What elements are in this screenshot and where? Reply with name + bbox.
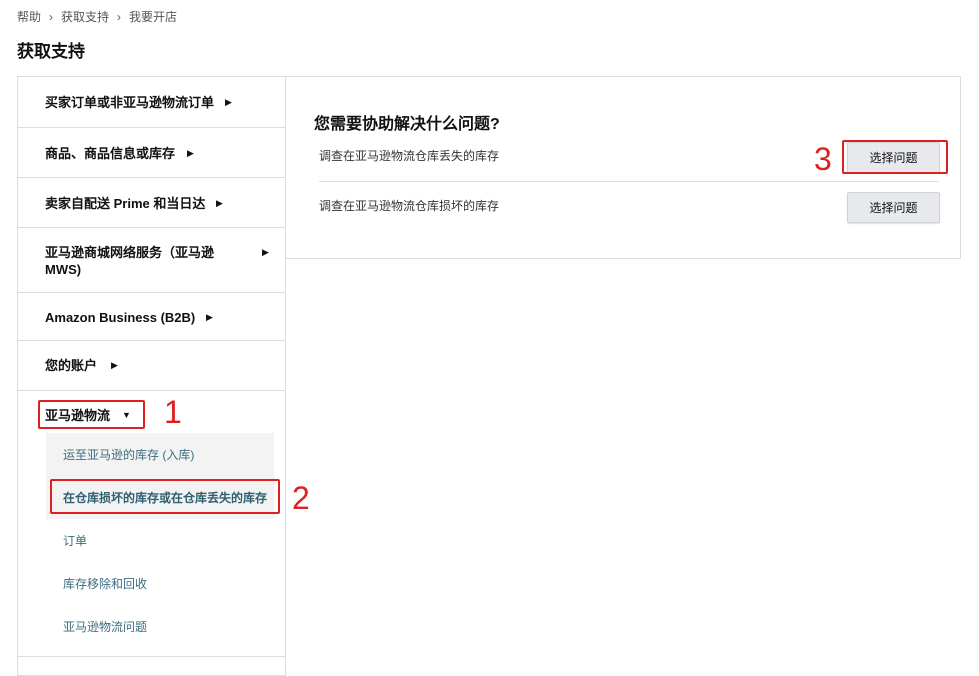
sidebar-item-seller-fulfilled-prime[interactable]: 卖家自配送 Prime 和当日达 ▶ bbox=[18, 178, 286, 228]
sidebar-item-fba[interactable]: 亚马逊物流 ▼ 运至亚马逊的库存 (入库) 在仓库损坏的库存或在仓库丢失的库存 … bbox=[18, 391, 286, 657]
issue-text: 调查在亚马逊物流仓库损坏的库存 bbox=[319, 199, 500, 213]
annotation-number-3: 3 bbox=[814, 141, 832, 177]
triangle-right-icon: ▶ bbox=[262, 247, 269, 257]
breadcrumb: 帮助 › 获取支持 › 我要开店 bbox=[17, 8, 177, 25]
sidebar-subitem-label: 订单 bbox=[63, 534, 88, 548]
triangle-right-icon: ▶ bbox=[206, 312, 213, 322]
sidebar-subitem-inbound[interactable]: 运至亚马逊的库存 (入库) bbox=[46, 433, 274, 476]
select-issue-button[interactable]: 选择问题 bbox=[847, 192, 940, 223]
sidebar-item-buyer-orders[interactable]: 买家订单或非亚马逊物流订单 ▶ bbox=[18, 77, 286, 128]
sidebar-subitem-label: 库存移除和回收 bbox=[63, 577, 148, 591]
sidebar-item-label: 买家订单或非亚马逊物流订单 bbox=[45, 95, 215, 110]
breadcrumb-help-link[interactable]: 帮助 bbox=[17, 8, 41, 25]
sidebar-item-label: 您的账户 bbox=[45, 358, 98, 373]
triangle-right-icon: ▶ bbox=[216, 198, 223, 208]
annotation-number-1: 1 bbox=[164, 394, 182, 430]
sidebar-subitem-label: 亚马逊物流问题 bbox=[63, 620, 148, 634]
issue-text: 调查在亚马逊物流仓库丢失的库存 bbox=[319, 149, 500, 163]
sidebar-item-label: 商品、商品信息或库存 bbox=[45, 146, 176, 161]
triangle-right-icon: ▶ bbox=[225, 97, 232, 107]
sidebar-subitem-label: 在仓库损坏的库存或在仓库丢失的库存 bbox=[63, 491, 268, 505]
sidebar-subitem-fba-issues[interactable]: 亚马逊物流问题 bbox=[46, 605, 274, 648]
breadcrumb-get-support-link[interactable]: 获取支持 bbox=[61, 8, 109, 25]
breadcrumb-separator-icon: › bbox=[49, 9, 54, 24]
sidebar-subitem-damaged-lost[interactable]: 在仓库损坏的库存或在仓库丢失的库存 bbox=[46, 476, 274, 519]
triangle-right-icon: ▶ bbox=[187, 148, 194, 158]
annotation-number-2: 2 bbox=[292, 480, 310, 516]
sidebar-subitem-orders[interactable]: 订单 bbox=[46, 519, 274, 562]
sidebar-item-label: 亚马逊商城网络服务（亚马逊 MWS) bbox=[45, 245, 215, 277]
sidebar-item-products-inventory[interactable]: 商品、商品信息或库存 ▶ bbox=[18, 128, 286, 178]
sidebar-item-amazon-business[interactable]: Amazon Business (B2B) ▶ bbox=[18, 293, 286, 341]
sidebar-subitem-label: 运至亚马逊的库存 (入库) bbox=[63, 448, 195, 462]
sidebar-nav: 买家订单或非亚马逊物流订单 ▶ 商品、商品信息或库存 ▶ 卖家自配送 Prime… bbox=[17, 76, 286, 676]
triangle-down-icon: ▼ bbox=[122, 410, 131, 420]
sidebar-item-label: 亚马逊物流 bbox=[45, 408, 111, 423]
triangle-right-icon: ▶ bbox=[111, 360, 118, 370]
sidebar-item-label: Amazon Business (B2B) bbox=[45, 310, 196, 325]
issue-row-damaged: 调查在亚马逊物流仓库损坏的库存 选择问题 bbox=[319, 184, 940, 232]
sidebar-item-label: 卖家自配送 Prime 和当日达 bbox=[45, 196, 206, 211]
page-title: 获取支持 bbox=[17, 42, 85, 61]
sidebar-item-mws[interactable]: 亚马逊商城网络服务（亚马逊 MWS) ▶ bbox=[18, 228, 286, 293]
select-issue-button[interactable]: 选择问题 bbox=[847, 142, 940, 173]
breadcrumb-separator-icon: › bbox=[117, 9, 122, 24]
issue-panel-heading: 您需要协助解决什么问题? bbox=[314, 116, 500, 133]
sidebar-subitem-removal[interactable]: 库存移除和回收 bbox=[46, 562, 274, 605]
issue-panel: 您需要协助解决什么问题? 调查在亚马逊物流仓库丢失的库存 选择问题 调查在亚马逊… bbox=[286, 76, 961, 259]
breadcrumb-current: 我要开店 bbox=[129, 10, 178, 24]
sidebar-item-your-account[interactable]: 您的账户 ▶ bbox=[18, 341, 286, 391]
issue-row-lost: 调查在亚马逊物流仓库丢失的库存 选择问题 bbox=[319, 134, 940, 182]
